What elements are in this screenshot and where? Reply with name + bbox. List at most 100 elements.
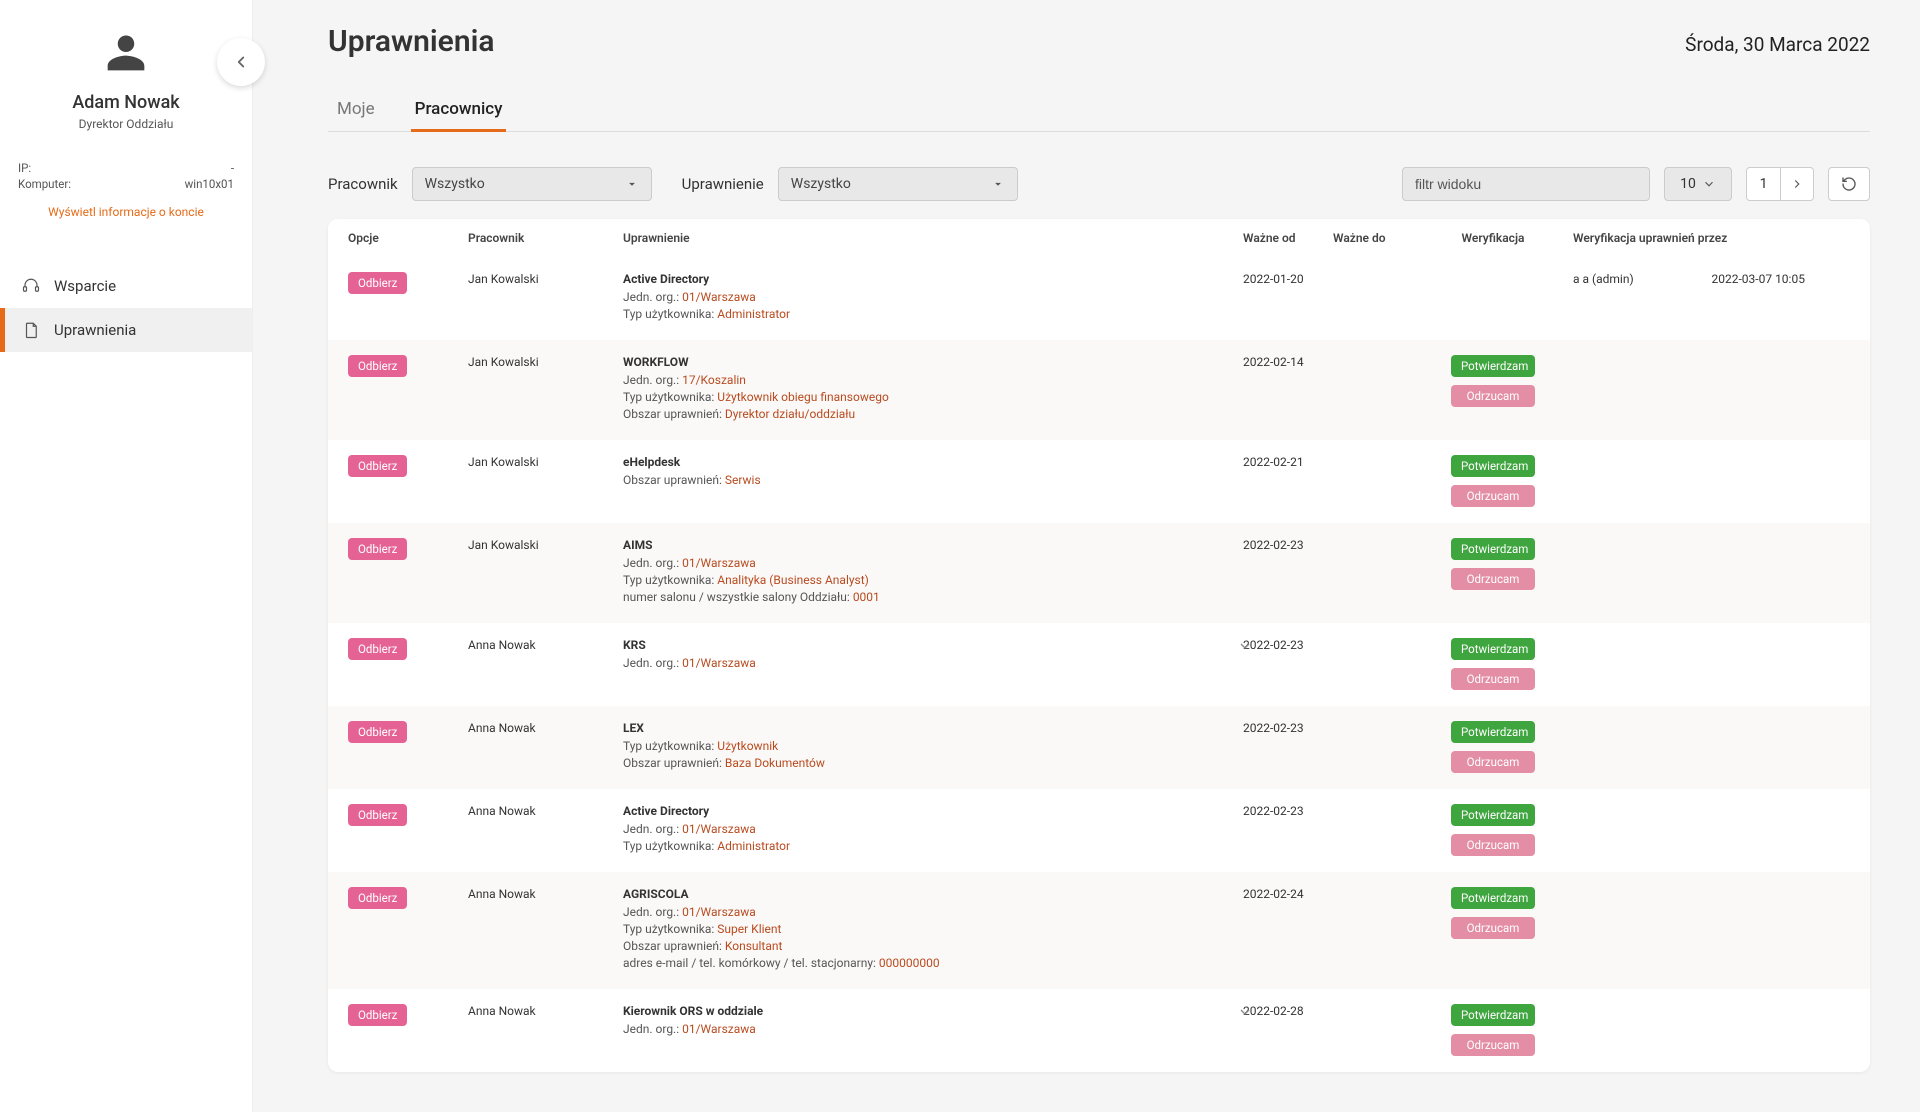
expand-row-button[interactable] <box>1237 638 1253 657</box>
confirm-button[interactable]: Potwierdzam <box>1451 355 1535 377</box>
current-date: Środa, 30 Marca 2022 <box>1685 33 1870 56</box>
confirm-button[interactable]: Potwierdzam <box>1451 538 1535 560</box>
permission-cell: Active DirectoryJedn. org.: 01/WarszawaT… <box>623 804 1243 856</box>
sidebar-item-permissions[interactable]: Uprawnienia <box>0 308 252 352</box>
employee-name: Jan Kowalski <box>468 272 623 286</box>
permission-meta: Obszar uprawnień: Dyrektor działu/oddzia… <box>623 407 1243 421</box>
ip-label: IP: <box>18 161 31 175</box>
verified-by: a a (admin) <box>1573 272 1712 286</box>
employee-name: Anna Nowak <box>468 804 623 818</box>
employee-name: Anna Nowak <box>468 638 623 652</box>
tab-employees[interactable]: Pracownicy <box>411 89 507 132</box>
revoke-button[interactable]: Odbierz <box>348 638 407 660</box>
permissions-table: Opcje Pracownik Uprawnienie Ważne od Waż… <box>328 219 1870 1072</box>
verified-at: 2022-03-07 10:05 <box>1712 272 1851 286</box>
computer-value: win10x01 <box>185 177 234 191</box>
verification-actions: Potwierdzam Odrzucam <box>1413 887 1573 939</box>
sidebar: Adam Nowak Dyrektor Oddziału IP: - Kompu… <box>0 0 253 1112</box>
permission-meta: Typ użytkownika: Analityka (Business Ana… <box>623 573 1243 587</box>
permission-title: AGRISCOLA <box>623 887 1243 901</box>
col-verification: Weryfikacja <box>1413 231 1573 245</box>
ip-value: - <box>231 161 234 175</box>
permission-meta: numer salonu / wszystkie salony Oddziału… <box>623 590 1243 604</box>
sidebar-item-support[interactable]: Wsparcie <box>0 264 252 308</box>
revoke-button[interactable]: Odbierz <box>348 272 407 294</box>
verification-actions: Potwierdzam Odrzucam <box>1413 1004 1573 1056</box>
expand-row-button[interactable] <box>1237 1004 1253 1023</box>
table-row: OdbierzJan KowalskieHelpdeskObszar upraw… <box>328 440 1870 523</box>
permission-cell: WORKFLOWJedn. org.: 17/KoszalinTyp użytk… <box>623 355 1243 424</box>
permission-cell: AIMSJedn. org.: 01/WarszawaTyp użytkowni… <box>623 538 1243 607</box>
valid-from: 2022-02-23 <box>1243 804 1333 818</box>
next-page-button[interactable] <box>1780 168 1813 200</box>
chevron-down-icon <box>991 177 1005 191</box>
table-row: Odbierz Anna NowakActive Directory Jedn. o… <box>328 789 1870 872</box>
filter-employee-value: Wszystko <box>425 176 485 192</box>
reject-button[interactable]: Odrzucam <box>1451 668 1535 690</box>
reject-button[interactable]: Odrzucam <box>1451 568 1535 590</box>
sidebar-collapse-button[interactable] <box>217 38 265 86</box>
permission-title: Active Directory <box>623 804 1243 818</box>
reject-button[interactable]: Odrzucam <box>1451 1034 1535 1056</box>
confirm-button[interactable]: Potwierdzam <box>1451 638 1535 660</box>
col-permission: Uprawnienie <box>623 231 1243 245</box>
headset-icon <box>22 277 40 295</box>
account-info-link[interactable]: Wyświetl informacje o koncie <box>0 205 252 219</box>
filter-employee-select[interactable]: Wszystko <box>412 167 652 201</box>
reject-button[interactable]: Odrzucam <box>1451 834 1535 856</box>
confirm-button[interactable]: Potwierdzam <box>1451 804 1535 826</box>
reject-button[interactable]: Odrzucam <box>1451 917 1535 939</box>
computer-label: Komputer: <box>18 177 71 191</box>
permission-title: Active Directory <box>623 272 1243 286</box>
confirm-button[interactable]: Potwierdzam <box>1451 887 1535 909</box>
chevron-down-icon <box>1237 1004 1253 1020</box>
table-row: OdbierzAnna NowakKierownik ORS w oddzial… <box>328 989 1870 1072</box>
document-icon <box>22 321 40 339</box>
confirm-button[interactable]: Potwierdzam <box>1451 455 1535 477</box>
verification-actions: Potwierdzam Odrzucam <box>1413 538 1573 590</box>
permission-meta: Jedn. org.: 01/Warszawa <box>623 822 1243 836</box>
page-size-select[interactable]: 10 <box>1664 167 1732 201</box>
tab-mine[interactable]: Moje <box>333 89 379 132</box>
refresh-button[interactable] <box>1828 167 1870 201</box>
employee-name: Jan Kowalski <box>468 355 623 369</box>
sidebar-item-label: Wsparcie <box>54 277 116 295</box>
employee-name: Anna Nowak <box>468 1004 623 1018</box>
revoke-button[interactable]: Odbierz <box>348 721 407 743</box>
user-role: Dyrektor Oddziału <box>20 117 232 131</box>
revoke-button[interactable]: Odbierz <box>348 455 407 477</box>
filter-permission-select[interactable]: Wszystko <box>778 167 1018 201</box>
revoke-button[interactable]: Odbierz <box>348 355 407 377</box>
valid-from: 2022-02-23 <box>1243 721 1333 735</box>
tabs: Moje Pracownicy <box>328 89 1870 132</box>
valid-from: 2022-02-23 <box>1243 538 1333 552</box>
verification-actions: Potwierdzam Odrzucam <box>1413 355 1573 407</box>
valid-from: 2022-02-24 <box>1243 887 1333 901</box>
confirm-button[interactable]: Potwierdzam <box>1451 721 1535 743</box>
revoke-button[interactable]: Odbierz <box>348 1004 407 1026</box>
table-row: OdbierzAnna NowakKRSJedn. org.: 01/Warsz… <box>328 623 1870 706</box>
chevron-down-icon <box>1237 638 1253 654</box>
view-filter-input[interactable] <box>1402 167 1650 201</box>
permission-cell: Active DirectoryJedn. org.: 01/WarszawaT… <box>623 272 1243 324</box>
reject-button[interactable]: Odrzucam <box>1451 485 1535 507</box>
current-page: 1 <box>1747 168 1780 200</box>
permission-title: AIMS <box>623 538 1243 552</box>
valid-from: 2022-02-14 <box>1243 355 1333 369</box>
reject-button[interactable]: Odrzucam <box>1451 751 1535 773</box>
revoke-button[interactable]: Odbierz <box>348 887 407 909</box>
col-options: Opcje <box>348 231 468 245</box>
employee-name: Anna Nowak <box>468 887 623 901</box>
col-valid-to: Ważne do <box>1333 231 1413 245</box>
table-row: OdbierzAnna NowakAGRISCOLAJedn. org.: 01… <box>328 872 1870 989</box>
filter-employee-label: Pracownik <box>328 175 398 193</box>
confirm-button[interactable]: Potwierdzam <box>1451 1004 1535 1026</box>
revoke-button[interactable]: Odbierz <box>348 804 407 826</box>
reject-button[interactable]: Odrzucam <box>1451 385 1535 407</box>
permission-meta: Typ użytkownika: Super Klient <box>623 922 1243 936</box>
revoke-button[interactable]: Odbierz <box>348 538 407 560</box>
user-name: Adam Nowak <box>20 92 232 113</box>
refresh-icon <box>1841 176 1857 192</box>
chevron-down-icon <box>1702 177 1716 191</box>
valid-from: 2022-02-23 <box>1243 638 1333 652</box>
